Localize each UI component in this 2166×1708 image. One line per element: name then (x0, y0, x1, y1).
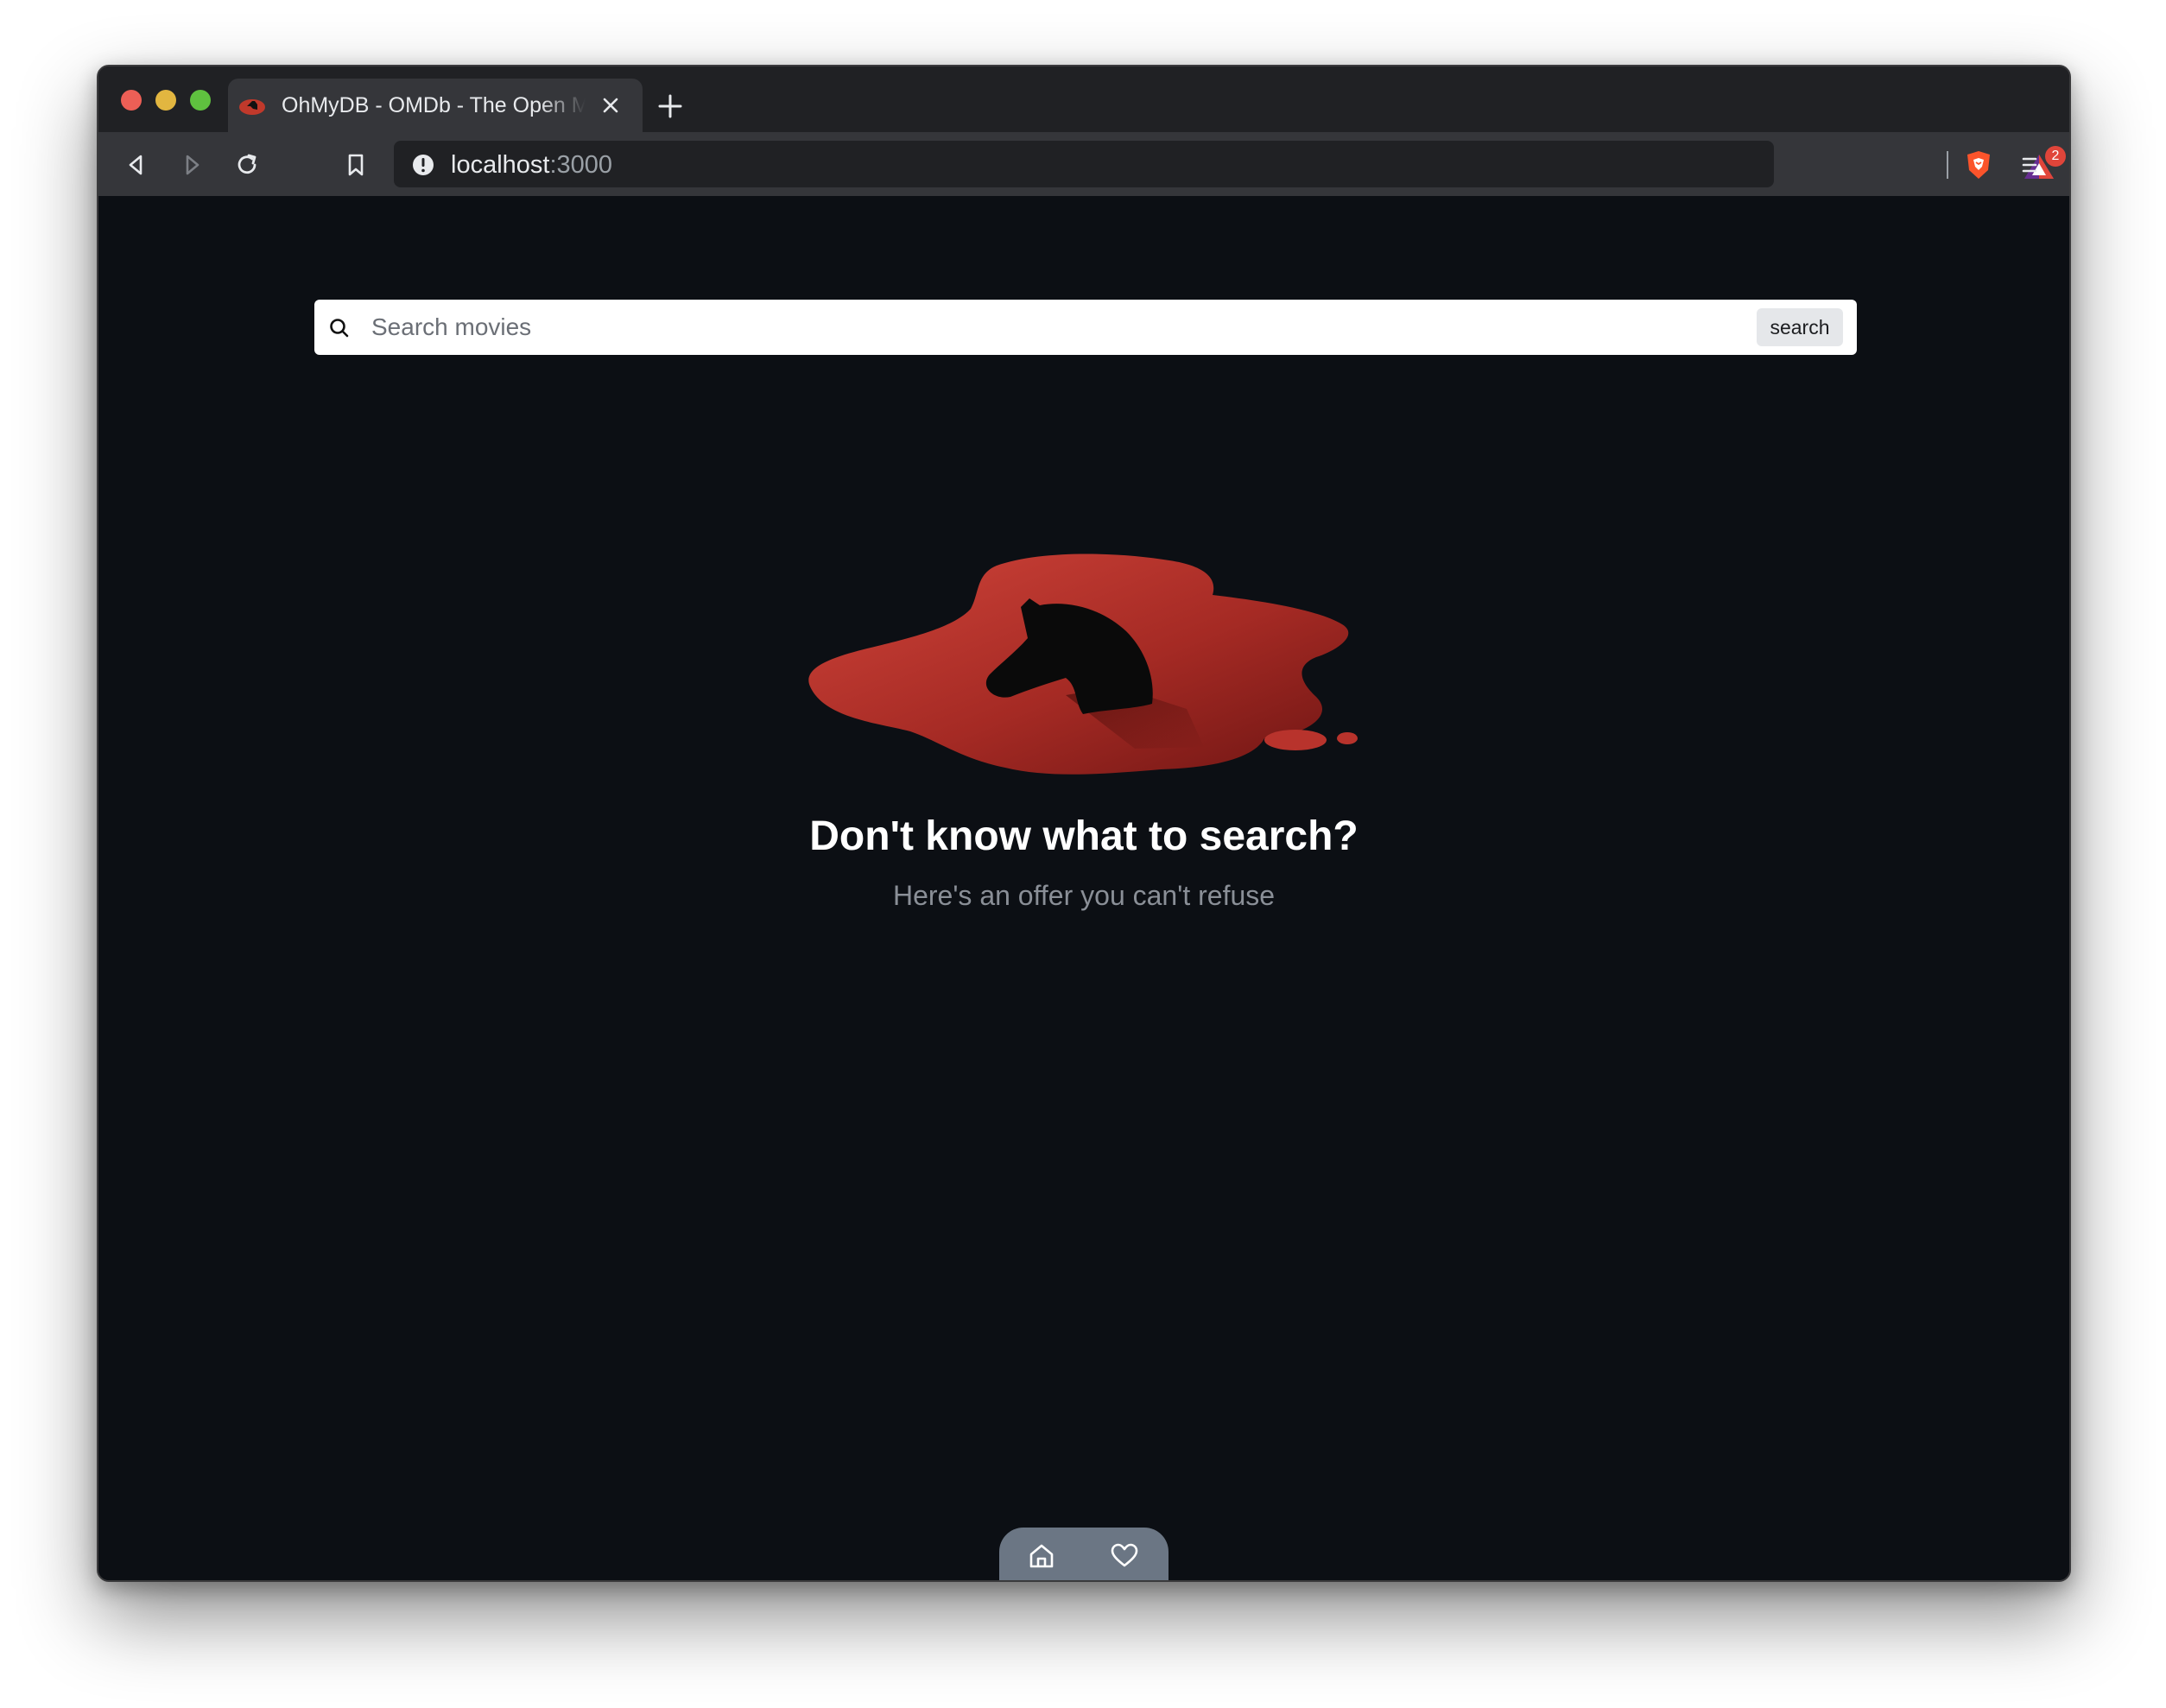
horse-head-blood-illustration (808, 554, 1358, 775)
page-content: search Don't know what to search? H (98, 196, 2069, 1580)
browser-tab[interactable]: OhMyDB - OMDb - The Open Movie Database (228, 79, 643, 132)
close-window-button[interactable] (121, 90, 142, 111)
home-icon[interactable] (1027, 1541, 1056, 1571)
heart-icon[interactable] (1110, 1541, 1139, 1571)
forward-icon[interactable] (178, 151, 206, 179)
tab-title: OhMyDB - OMDb - The Open Movie Database (282, 93, 586, 117)
bookmark-icon[interactable] (342, 151, 370, 179)
minimize-window-button[interactable] (155, 90, 176, 111)
title-bar: OhMyDB - OMDb - The Open Movie Database (98, 66, 2069, 132)
back-icon[interactable] (123, 151, 150, 179)
browser-toolbar: localhost:3000 2 (98, 132, 2069, 196)
close-tab-icon[interactable] (599, 94, 622, 117)
url-host: localhost (451, 151, 550, 179)
rewards-badge: 2 (2045, 146, 2066, 167)
address-bar[interactable]: localhost:3000 2 (394, 141, 2066, 187)
empty-state-title: Don't know what to search? (809, 813, 1358, 859)
new-tab-icon[interactable] (657, 93, 683, 119)
search-button[interactable]: search (1757, 308, 1843, 346)
reload-icon[interactable] (233, 151, 261, 179)
browser-window: OhMyDB - OMDb - The Open Movie Database (97, 65, 2071, 1582)
url-text: localhost:3000 (451, 151, 612, 180)
info-icon[interactable] (411, 153, 435, 177)
address-bar-divider (1947, 151, 1948, 179)
horse-blood-icon (239, 99, 265, 115)
menu-icon[interactable] (2016, 151, 2043, 179)
bottom-nav (999, 1528, 1168, 1580)
empty-state-subtitle: Here's an offer you can't refuse (892, 880, 1276, 911)
maximize-window-button[interactable] (190, 90, 211, 111)
brave-shield-icon[interactable] (1964, 149, 1993, 180)
search-bar: search (314, 300, 1857, 355)
search-icon (330, 319, 349, 338)
url-port: :3000 (549, 151, 613, 179)
search-input[interactable] (366, 305, 1724, 350)
